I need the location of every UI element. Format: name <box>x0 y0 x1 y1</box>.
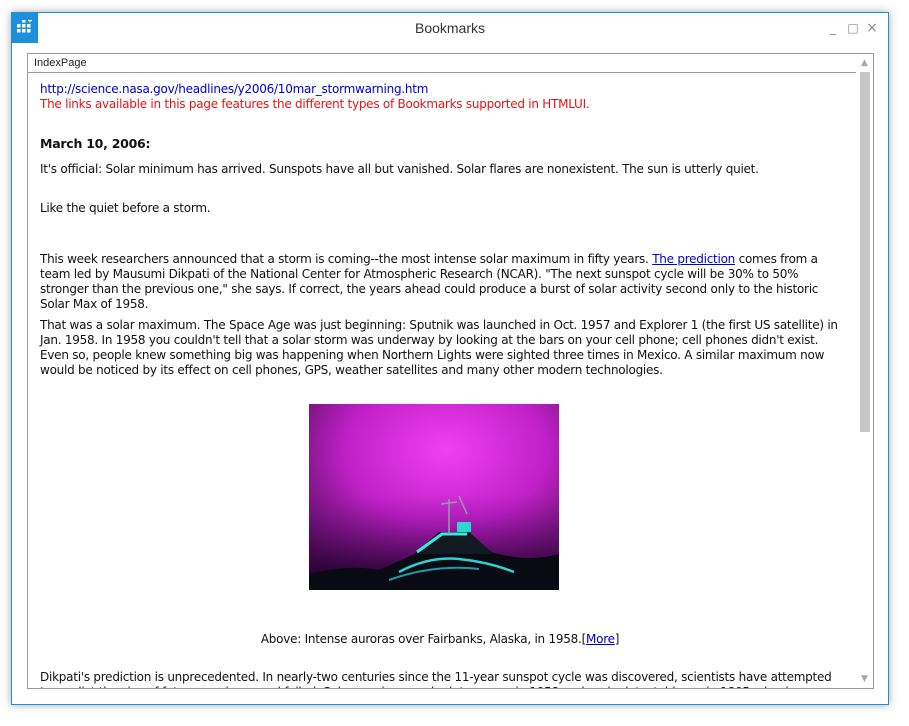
scroll-down-icon[interactable]: ▼ <box>856 672 873 686</box>
bookmarks-note: The links available in this page feature… <box>40 97 590 111</box>
close-button[interactable]: × <box>863 19 881 37</box>
maximize-button[interactable]: □ <box>844 19 862 37</box>
scroll-up-icon[interactable]: ▲ <box>856 56 873 70</box>
paragraph-2: Like the quiet before a storm. <box>40 201 211 215</box>
caption-text: Above: Intense auroras over Fairbanks, A… <box>260 632 586 646</box>
vertical-scrollbar[interactable]: ▲ ▼ <box>856 54 873 688</box>
prediction-link[interactable]: The prediction <box>652 252 735 266</box>
paragraph-1: It's official: Solar minimum has arrived… <box>40 162 759 176</box>
paragraph-3: This week researchers announced that a s… <box>40 252 840 312</box>
paragraph-4: That was a solar maximum. The Space Age … <box>40 318 838 377</box>
minimize-button[interactable]: _ <box>824 19 842 37</box>
more-link[interactable]: More <box>586 632 615 646</box>
caption-close: ] <box>614 632 620 646</box>
window-title: Bookmarks <box>414 20 486 36</box>
html-view[interactable]: IndexPage http://science.nasa.gov/headli… <box>27 53 874 689</box>
article-date: March 10, 2006: <box>40 136 151 151</box>
address-bar: IndexPage <box>28 54 856 73</box>
source-url-link[interactable]: http://science.nasa.gov/headlines/y2006/… <box>40 82 428 97</box>
paragraph-5: Dikpati's prediction is unprecedented. I… <box>40 670 832 688</box>
bookmarks-window: Bookmarks _ □ × IndexPage http://science… <box>11 12 889 705</box>
image-caption: Above: Intense auroras over Fairbanks, A… <box>40 632 840 647</box>
aurora-image <box>309 404 559 590</box>
paragraph-3-text-a: This week researchers announced that a s… <box>40 252 653 266</box>
scroll-thumb[interactable] <box>860 72 870 432</box>
title-bar[interactable]: Bookmarks _ □ × <box>12 13 888 45</box>
address-label: IndexPage <box>34 57 87 69</box>
